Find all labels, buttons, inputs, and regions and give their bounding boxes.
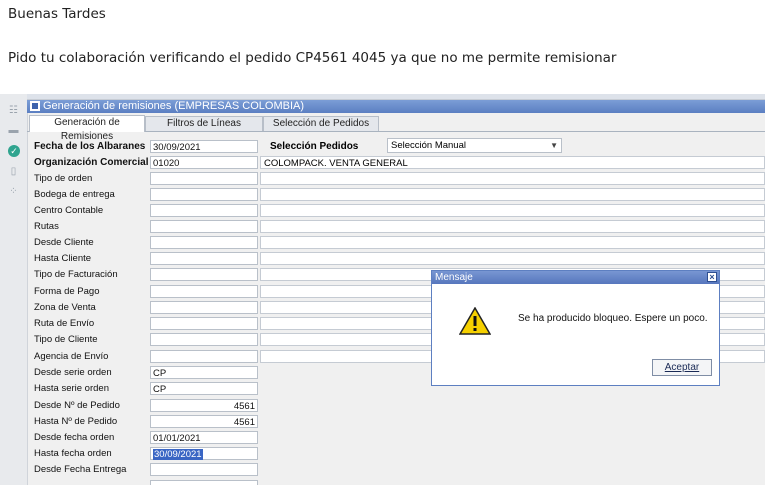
seleccion-pedidos-value: Selección Manual xyxy=(391,140,466,151)
tab-bar: Generación de Remisiones Filtros de Líne… xyxy=(27,114,765,142)
dialog-titlebar: Mensaje × xyxy=(432,271,719,284)
bodega-entrega-field[interactable] xyxy=(150,188,258,201)
hasta-fecha-orden-label: Hasta fecha orden xyxy=(34,448,112,459)
desde-serie-orden-field[interactable]: CP xyxy=(150,366,258,379)
hasta-no-pedido-field[interactable]: 4561 xyxy=(150,415,258,428)
agencia-envio-field[interactable] xyxy=(150,350,258,363)
tipo-cliente-field[interactable] xyxy=(150,333,258,346)
app-icon xyxy=(30,101,40,111)
desde-fecha-orden-field[interactable]: 01/01/2021 xyxy=(150,431,258,444)
window-titlebar: Generación de remisiones (EMPRESAS COLOM… xyxy=(27,100,765,113)
fecha-albaranes-field[interactable]: 30/09/2021 xyxy=(150,140,258,153)
ruta-envio-label: Ruta de Envío xyxy=(34,318,95,329)
desde-no-pedido-field[interactable]: 4561 xyxy=(150,399,258,412)
hasta-no-pedido-label: Hasta Nº de Pedido xyxy=(34,416,118,427)
desde-serie-orden-label: Desde serie orden xyxy=(34,367,112,378)
desde-cliente-field[interactable] xyxy=(150,236,258,249)
document-icon[interactable]: ▯ xyxy=(8,166,19,177)
desde-fecha-entrega-label: Desde Fecha Entrega xyxy=(34,464,127,475)
rutas-label: Rutas xyxy=(34,221,59,232)
email-body: Pido tu colaboración verificando el pedi… xyxy=(8,50,617,66)
centro-contable-label: Centro Contable xyxy=(34,205,104,216)
email-greeting: Buenas Tardes xyxy=(8,6,106,22)
tipo-orden-description xyxy=(260,172,765,185)
next-field-partial[interactable] xyxy=(150,480,258,485)
desde-fecha-entrega-field[interactable] xyxy=(150,463,258,476)
bodega-entrega-description xyxy=(260,188,765,201)
grid-icon[interactable]: ▬ xyxy=(8,125,19,136)
dots-icon[interactable]: ⁘ xyxy=(8,186,19,197)
hasta-cliente-field[interactable] xyxy=(150,252,258,265)
seleccion-pedidos-label: Selección Pedidos xyxy=(270,141,359,152)
rutas-description xyxy=(260,220,765,233)
bodega-entrega-label: Bodega de entrega xyxy=(34,189,115,200)
centro-contable-field[interactable] xyxy=(150,204,258,217)
window-title: Generación de remisiones (EMPRESAS COLOM… xyxy=(43,100,305,112)
desde-fecha-orden-label: Desde fecha orden xyxy=(34,432,115,443)
zona-venta-label: Zona de Venta xyxy=(34,302,96,313)
forma-pago-label: Forma de Pago xyxy=(34,286,100,297)
desde-no-pedido-label: Desde Nº de Pedido xyxy=(34,400,120,411)
seleccion-pedidos-select[interactable]: Selección Manual ▼ xyxy=(387,138,562,153)
accept-button[interactable]: Aceptar xyxy=(652,359,712,376)
check-icon[interactable]: ✓ xyxy=(8,145,20,157)
tipo-facturacion-label: Tipo de Facturación xyxy=(34,269,118,280)
centro-contable-description xyxy=(260,204,765,217)
dialog-title: Mensaje xyxy=(435,272,473,283)
accept-button-label: Aceptar xyxy=(664,362,700,373)
forma-pago-field[interactable] xyxy=(150,285,258,298)
zona-venta-field[interactable] xyxy=(150,301,258,314)
hasta-serie-orden-label: Hasta serie orden xyxy=(34,383,109,394)
close-icon[interactable]: × xyxy=(707,272,717,282)
fecha-albaranes-label: Fecha de los Albaranes xyxy=(34,141,146,152)
rutas-field[interactable] xyxy=(150,220,258,233)
organizacion-field[interactable]: 01020 xyxy=(150,156,258,169)
tab-filtros-lineas[interactable]: Filtros de Líneas xyxy=(145,116,263,131)
organizacion-label: Organización Comercial xyxy=(34,157,149,168)
ruta-envio-field[interactable] xyxy=(150,317,258,330)
tipo-cliente-label: Tipo de Cliente xyxy=(34,334,98,345)
hasta-serie-orden-field[interactable]: CP xyxy=(150,382,258,395)
tipo-facturacion-field[interactable] xyxy=(150,268,258,281)
warning-icon xyxy=(459,307,491,335)
organizacion-description: COLOMPACK. VENTA GENERAL xyxy=(260,156,765,169)
hasta-cliente-label: Hasta Cliente xyxy=(34,253,92,264)
message-dialog: Mensaje × Se ha producido bloqueo. Esper… xyxy=(431,270,720,386)
chevron-down-icon[interactable]: ▼ xyxy=(550,139,558,152)
tab-seleccion-pedidos[interactable]: Selección de Pedidos xyxy=(263,116,379,131)
hasta-cliente-description xyxy=(260,252,765,265)
agencia-envio-label: Agencia de Envío xyxy=(34,351,109,362)
erp-screenshot: ☷ ▬ ✓ ▯ ⁘ Generación de remisiones (EMPR… xyxy=(0,94,765,485)
tab-generacion-remisiones[interactable]: Generación de Remisiones xyxy=(29,115,145,142)
dialog-message: Se ha producido bloqueo. Espere un poco. xyxy=(518,313,708,324)
selected-text: 30/09/2021 xyxy=(153,449,203,460)
tipo-orden-label: Tipo de orden xyxy=(34,173,93,184)
tipo-orden-field[interactable] xyxy=(150,172,258,185)
left-toolbar: ☷ ▬ ✓ ▯ ⁘ xyxy=(0,94,28,485)
list-icon[interactable]: ☷ xyxy=(8,105,19,116)
desde-cliente-description xyxy=(260,236,765,249)
desde-cliente-label: Desde Cliente xyxy=(34,237,94,248)
hasta-fecha-orden-field[interactable]: 30/09/2021 xyxy=(150,447,258,460)
